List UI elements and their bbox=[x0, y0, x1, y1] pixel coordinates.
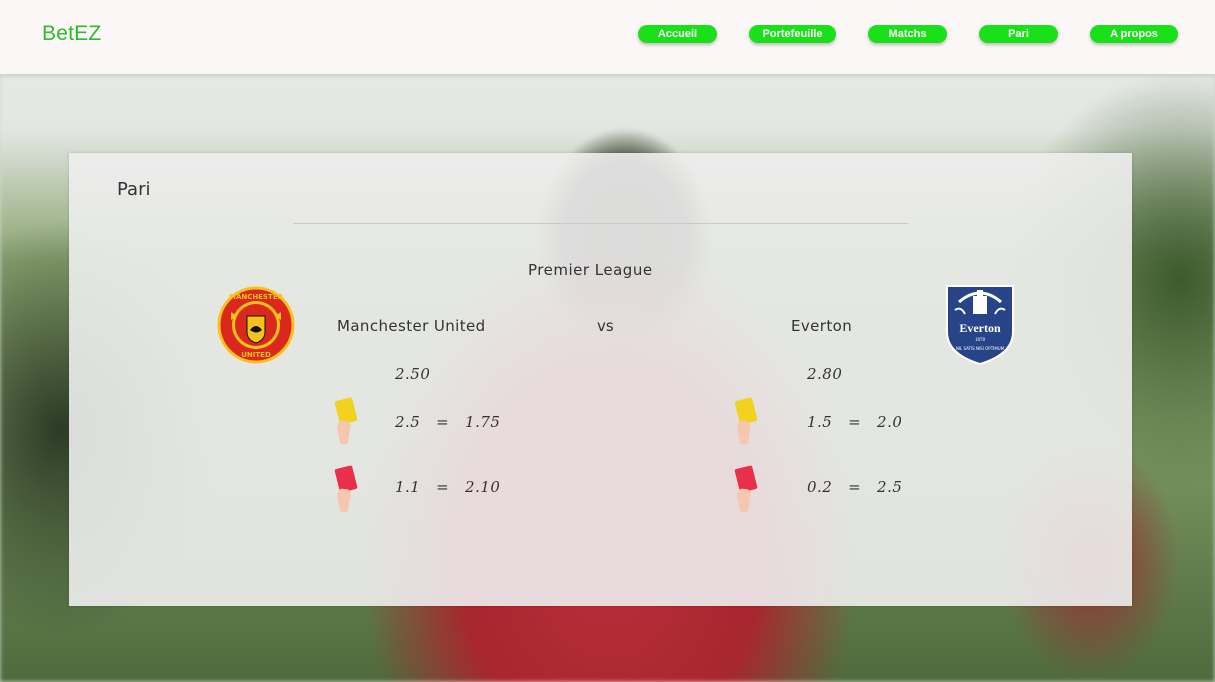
everton-crest-icon: Everton 1878 NIL SATIS NISI OPTIMUM bbox=[946, 285, 1014, 366]
nav-pari-button[interactable]: Pari bbox=[979, 25, 1058, 43]
title-divider bbox=[293, 223, 908, 224]
nav-a-propos-button[interactable]: A propos bbox=[1090, 25, 1178, 43]
versus-label: vs bbox=[597, 317, 614, 335]
league-name: Premier League bbox=[528, 261, 653, 279]
away-team-name: Everton bbox=[791, 317, 853, 335]
crest-text: Everton bbox=[959, 321, 1001, 335]
crest-year: 1878 bbox=[975, 338, 986, 343]
nav-accueil-button[interactable]: Accueil bbox=[638, 25, 717, 43]
home-red-card-odds[interactable]: 1.1 = 2.10 bbox=[395, 478, 500, 496]
brand-logo[interactable]: BetEZ bbox=[42, 22, 101, 46]
red-card-icon bbox=[734, 465, 758, 513]
away-win-odds[interactable]: 2.80 bbox=[807, 365, 842, 383]
red-card-icon bbox=[334, 465, 358, 513]
top-navbar: BetEZ Accueil Portefeuille Matchs Pari A… bbox=[0, 0, 1215, 74]
page-title: Pari bbox=[117, 179, 151, 200]
home-win-odds[interactable]: 2.50 bbox=[395, 365, 430, 383]
nav-matchs-button[interactable]: Matchs bbox=[868, 25, 947, 43]
home-yellow-card-odds[interactable]: 2.5 = 1.75 bbox=[395, 413, 500, 431]
away-red-card-odds[interactable]: 0.2 = 2.5 bbox=[807, 478, 902, 496]
yellow-card-icon bbox=[734, 397, 758, 445]
yellow-card-icon bbox=[334, 397, 358, 445]
home-team-name: Manchester United bbox=[337, 317, 486, 335]
crest-text-top: MANCHESTER bbox=[229, 293, 284, 301]
nav-portefeuille-button[interactable]: Portefeuille bbox=[749, 25, 836, 43]
crest-motto: NIL SATIS NISI OPTIMUM bbox=[956, 346, 1005, 351]
away-yellow-card-odds[interactable]: 1.5 = 2.0 bbox=[807, 413, 902, 431]
manchester-united-crest-icon: MANCHESTER UNITED bbox=[217, 286, 295, 364]
crest-text-bottom: UNITED bbox=[241, 351, 271, 359]
bet-panel: Pari Premier League MANCHESTER UNITED Ev… bbox=[69, 153, 1132, 606]
